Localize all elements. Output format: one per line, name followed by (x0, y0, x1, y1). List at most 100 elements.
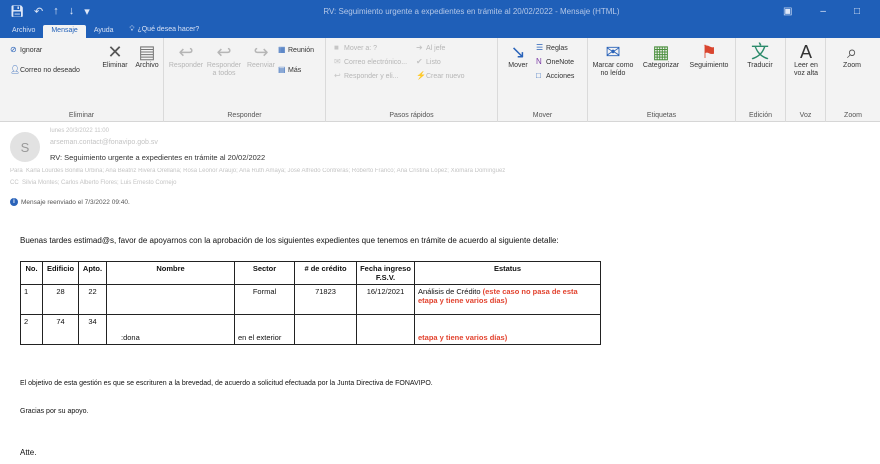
to-line: Para Karla Lourdes Bonilla Urbina; Ana B… (10, 168, 870, 174)
correo-equipo-step[interactable]: ✉ Correo electrónico... (334, 58, 407, 67)
move-folder-icon: ↘ (510, 42, 526, 62)
acciones-button[interactable]: □ Acciones (536, 72, 574, 81)
down-arrow-icon[interactable]: ↓ (69, 5, 75, 17)
flag-icon: ⚑ (700, 42, 718, 62)
group-mover: ↘ Mover ☰ Reglas N OneNote □ Acciones Mover (498, 38, 588, 122)
group-zoom: ⌕ Zoom Zoom (826, 38, 880, 122)
sent-date: lunes 20/3/2022 11:00 (50, 128, 109, 134)
crear-nuevo-step[interactable]: ⚡Crear nuevo (416, 72, 465, 81)
manager-icon: ➜ (416, 43, 423, 52)
customize-icon[interactable]: ▾ (84, 5, 90, 18)
eliminar-button[interactable]: ✕ Eliminar (100, 42, 130, 70)
table-row: 2 74 34 :dona en el exterior etapa y tie… (20, 314, 601, 345)
cell-apto: 34 (78, 314, 107, 345)
group-edicion: 文 Traducir Edición (736, 38, 786, 122)
cell-credito: 71823 (294, 284, 357, 315)
group-label-voz: Voz (799, 112, 812, 119)
avatar: S (10, 132, 40, 162)
archivo-button[interactable]: ▤ Archivo (132, 42, 162, 70)
group-eliminar: ⊘ Ignorar 👤︎Correo no deseado ✕ Eliminar ▤… (0, 38, 164, 122)
group-label-eliminar: Eliminar (68, 112, 95, 119)
al-jefe-step[interactable]: ➜ Al jefe (416, 44, 445, 53)
col-nombre: Nombre (106, 261, 235, 285)
categorizar-button[interactable]: ▦ Categorizar (638, 42, 684, 70)
greeting-text: Buenas tardes estimad@s, favor de apoyar… (20, 236, 559, 245)
marcar-no-leido-button[interactable]: ✉ Marcar como no leído (590, 42, 636, 78)
group-etiquetas: ✉ Marcar como no leído ▦ Categorizar ⚑ Segu… (588, 38, 736, 122)
cell-fecha (356, 314, 415, 345)
tell-me-box[interactable]: 💡︎ ¿Qué desea hacer? (122, 24, 208, 38)
lightbulb-icon: 💡︎ (129, 26, 135, 33)
rules-icon: ☰ (536, 43, 544, 52)
leer-voz-alta-button[interactable]: A Leer en voz alta (788, 42, 824, 78)
up-arrow-icon[interactable]: ↑ (53, 5, 59, 17)
responder-todos-button[interactable]: ↩ Responder a todos (204, 42, 244, 78)
col-credito: # de crédito (294, 261, 357, 285)
minimize-icon[interactable]: – (820, 6, 826, 17)
estatus-value: Análisis de Crédito (418, 287, 481, 296)
magnifier-icon: ⌕ (846, 42, 858, 62)
junk-icon: 👤︎ (10, 65, 21, 74)
undo-icon[interactable]: ↶ (34, 5, 43, 18)
cell-apto: 22 (78, 284, 107, 315)
responder-button[interactable]: ↩ Responder (168, 42, 204, 70)
cell-fecha: 16/12/2021 (356, 284, 415, 315)
mas-button[interactable]: ▤ Más (278, 66, 301, 75)
delete-x-icon: ✕ (107, 42, 123, 62)
window-controls: ▣ – □ (783, 6, 880, 17)
col-apto: Apto. (78, 261, 107, 285)
ribbon-display-icon[interactable]: ▣ (783, 6, 792, 17)
group-label-responder: Responder (227, 112, 262, 119)
traducir-button[interactable]: 文 Traducir (738, 42, 782, 70)
to-recipients[interactable]: Karla Lourdes Bonilla Urbina; Ana Beatri… (26, 168, 505, 174)
cell-no: 1 (20, 284, 43, 315)
seguimiento-button[interactable]: ⚑ Seguimiento (684, 42, 734, 70)
archive-icon: ▤ (138, 42, 156, 62)
reply-icon: ↩ (178, 42, 194, 62)
tab-mensaje[interactable]: Mensaje (43, 25, 86, 38)
cell-no: 2 (20, 314, 43, 345)
reglas-button[interactable]: ☰ Reglas (536, 44, 568, 53)
cell-sector: Formal (234, 284, 295, 315)
expedientes-table: No. Edificio Apto. Nombre Sector # de cr… (20, 261, 601, 345)
translate-icon: 文 (751, 42, 769, 62)
col-fecha: Fecha ingreso F.S.V. (356, 261, 415, 285)
onenote-icon: N (536, 57, 542, 66)
cell-estatus: etapa y tiene varios días) (414, 314, 601, 345)
reunion-button[interactable]: ▦ Reunión (278, 46, 314, 55)
ignorar-button[interactable]: ⊘ Ignorar (10, 46, 42, 55)
correo-no-deseado-button[interactable]: 👤︎Correo no deseado (10, 66, 80, 75)
zoom-button[interactable]: ⌕ Zoom (832, 42, 872, 70)
col-estatus: Estatus (414, 261, 601, 285)
nombre-value: :dona (121, 333, 140, 342)
cell-nombre: :dona (106, 314, 235, 345)
listo-step[interactable]: ✔ Listo (416, 58, 441, 67)
cell-credito (294, 314, 357, 345)
tab-ayuda[interactable]: Ayuda (86, 25, 122, 38)
mover-a-step[interactable]: ■ Mover a: ? (334, 44, 377, 53)
reply-delete-icon: ↩ (334, 71, 341, 80)
cell-edificio: 28 (42, 284, 79, 315)
save-icon[interactable]: 💾︎ (10, 5, 24, 18)
cc-recipients[interactable]: Silvia Montes; Carlos Alberto Flores; Lu… (22, 180, 176, 186)
group-label-mover: Mover (532, 112, 553, 119)
meeting-icon: ▦ (278, 45, 286, 54)
group-label-pasos: Pasos rápidos (389, 112, 434, 119)
folder-icon: ■ (334, 43, 339, 52)
info-icon: i (10, 198, 18, 206)
lightning-icon: ⚡ (416, 71, 426, 80)
cc-line: CC Silvia Montes; Carlos Alberto Flores;… (10, 180, 176, 186)
sender-address[interactable]: arseman.contact@fonavipo.gob.sv (50, 139, 158, 146)
responder-eliminar-step[interactable]: ↩ Responder y eli... (334, 72, 398, 81)
reenviar-button[interactable]: ↪ Reenviar (246, 42, 276, 70)
quick-access-toolbar: 💾︎ ↶ ↑ ↓ ▾ (0, 5, 160, 18)
group-label-zoom: Zoom (844, 112, 862, 119)
ignore-icon: ⊘ (10, 45, 17, 54)
tab-archivo[interactable]: Archivo (4, 25, 43, 38)
forward-icon: ↪ (253, 42, 269, 62)
reply-all-icon: ↩ (216, 42, 232, 62)
col-sector: Sector (234, 261, 295, 285)
mover-button[interactable]: ↘ Mover (504, 42, 532, 70)
maximize-icon[interactable]: □ (854, 6, 860, 17)
onenote-button[interactable]: N OneNote (536, 58, 574, 67)
